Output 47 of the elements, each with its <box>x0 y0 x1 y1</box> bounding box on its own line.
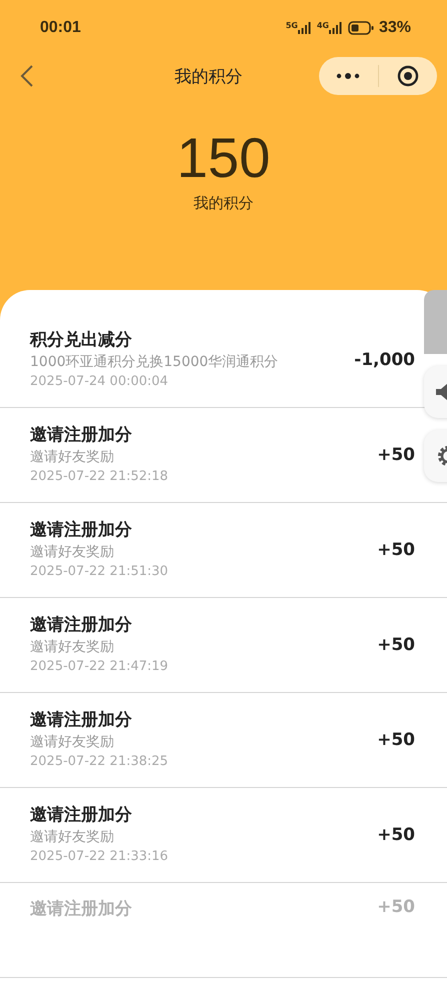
record-title: 积分兑出减分 <box>30 329 133 352</box>
back-icon <box>20 64 34 88</box>
record-description: 邀请好友奖励 <box>30 828 115 847</box>
settings-icon <box>436 446 447 466</box>
record-row[interactable]: 邀请注册加分 邀请好友奖励 2025-07-22 21:52:18 +50 <box>0 408 422 502</box>
network-label: 4G <box>316 22 329 30</box>
record-time: 2025-07-22 21:52:18 <box>30 468 168 486</box>
record-amount: +50 <box>377 897 415 917</box>
speaker-icon <box>436 383 447 401</box>
battery-icon <box>348 21 374 35</box>
record-amount: +50 <box>377 445 415 465</box>
record-title: 邀请注册加分 <box>30 519 133 542</box>
record-title: 邀请注册加分 <box>30 898 132 921</box>
record-amount: -1,000 <box>354 350 415 370</box>
record-title: 邀请注册加分 <box>30 614 133 637</box>
record-row[interactable]: 邀请注册加分 邀请好友奖励 2025-07-22 21:47:19 +50 <box>0 598 422 692</box>
record-time: 2025-07-22 21:47:19 <box>30 658 168 676</box>
record-title: 邀请注册加分 <box>30 424 133 447</box>
record-description: 邀请好友奖励 <box>30 638 115 657</box>
record-time: 2025-07-24 00:00:04 <box>30 373 170 391</box>
battery-percent: 33% <box>378 19 411 37</box>
record-description: 邀请好友奖励 <box>30 543 115 562</box>
record-description: 邀请好友奖励 <box>30 733 115 752</box>
record-amount: +50 <box>377 825 415 845</box>
record-time: 2025-07-22 21:51:30 <box>30 563 168 581</box>
signal-icon <box>328 22 343 34</box>
record-row[interactable]: 邀请注册加分 邀请好友奖励 2025-07-22 21:33:16 +50 <box>0 788 422 882</box>
record-title: 邀请注册加分 <box>30 709 133 732</box>
record-amount: +50 <box>377 540 415 560</box>
page-title: 我的积分 <box>174 66 244 88</box>
record-description: 邀请好友奖励 <box>30 448 115 467</box>
points-label: 我的积分 <box>194 194 254 213</box>
target-icon <box>396 65 419 87</box>
record-description: 1000环亚通积分兑换15000华润通积分 <box>30 353 278 372</box>
points-value: 150 <box>176 126 270 190</box>
record-row[interactable]: 邀请注册加分 邀请好友奖励 2025-07-22 21:51:30 +50 <box>0 503 422 597</box>
record-title: 邀请注册加分 <box>30 804 133 827</box>
record-time: 2025-07-22 21:33:16 <box>30 848 168 866</box>
more-icon <box>336 72 360 80</box>
status-time: 00:01 <box>40 19 81 37</box>
record-row[interactable]: 邀请注册加分 邀请好友奖励 2025-07-22 21:38:25 +50 <box>0 693 422 787</box>
record-row[interactable]: 积分兑出减分 1000环亚通积分兑换15000华润通积分 2025-07-24 00:00:04 -1,000 <box>0 313 422 407</box>
network-label: 5G <box>286 22 298 30</box>
record-time: 2025-07-22 21:38:25 <box>30 753 168 771</box>
record-amount: +50 <box>377 730 415 750</box>
signal-icon <box>298 22 312 34</box>
record-amount: +50 <box>377 635 415 655</box>
